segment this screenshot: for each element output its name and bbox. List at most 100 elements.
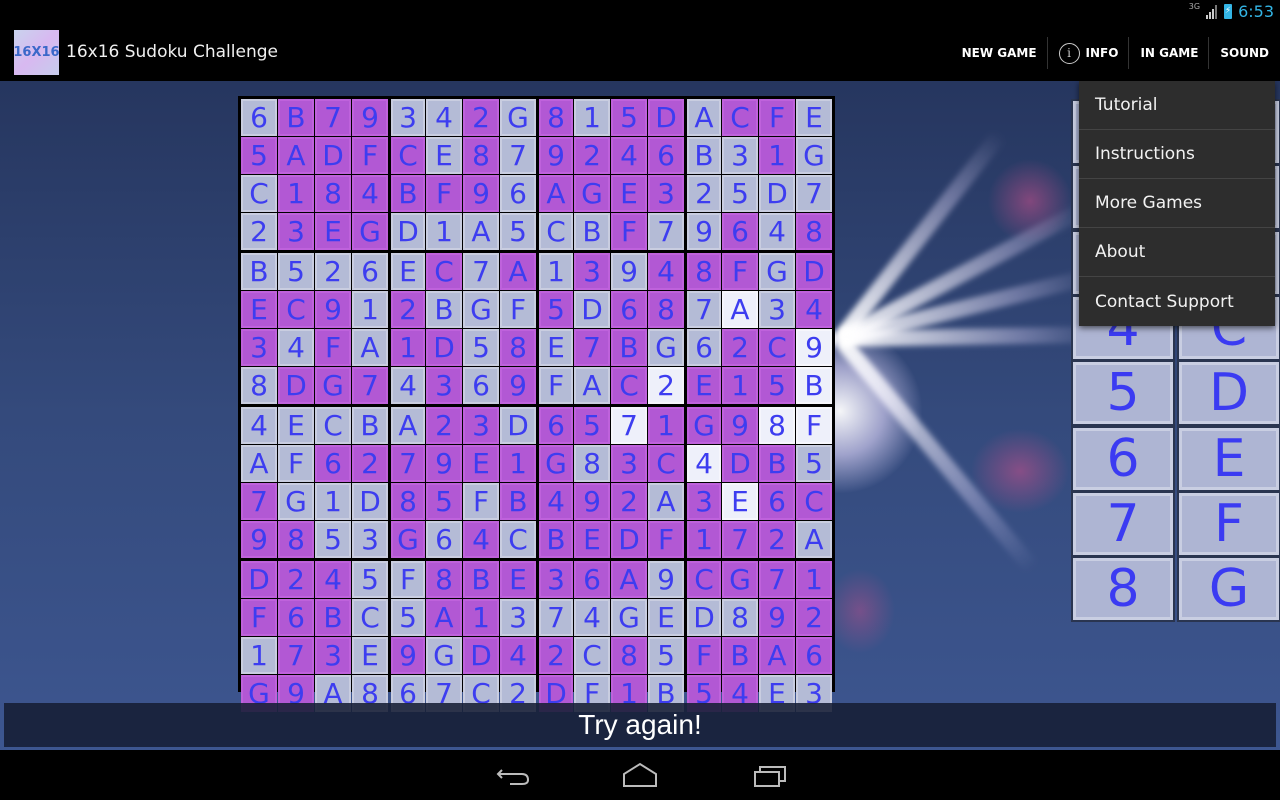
sudoku-cell[interactable]: 9 (796, 329, 832, 366)
sudoku-cell[interactable]: 4 (687, 445, 721, 482)
sudoku-cell[interactable]: 1 (539, 253, 573, 290)
sudoku-cell[interactable]: 9 (648, 561, 684, 598)
sudoku-cell[interactable]: 1 (687, 521, 721, 558)
sudoku-cell[interactable]: A (687, 99, 721, 136)
sudoku-cell[interactable]: D (574, 291, 610, 328)
number-pad-button[interactable]: 8 (1071, 556, 1175, 623)
sudoku-cell[interactable]: 1 (648, 407, 684, 444)
sudoku-cell[interactable]: F (539, 367, 573, 404)
sudoku-cell[interactable]: C (796, 483, 832, 520)
sudoku-cell[interactable]: 7 (391, 445, 425, 482)
sudoku-cell[interactable]: 1 (426, 213, 462, 250)
sudoku-cell[interactable]: 6 (539, 407, 573, 444)
sudoku-cell[interactable]: 7 (759, 561, 795, 598)
number-pad-button[interactable]: G (1177, 556, 1280, 623)
sudoku-cell[interactable]: 5 (648, 637, 684, 674)
sudoku-cell[interactable]: C (352, 599, 388, 636)
sudoku-cell[interactable]: 5 (759, 367, 795, 404)
sudoku-cell[interactable]: D (352, 483, 388, 520)
sudoku-cell[interactable]: 5 (611, 99, 647, 136)
sudoku-cell[interactable]: G (796, 137, 832, 174)
sudoku-cell[interactable]: 7 (352, 367, 388, 404)
sudoku-cell[interactable]: 7 (241, 483, 277, 520)
sudoku-cell[interactable]: 2 (574, 137, 610, 174)
sudoku-cell[interactable]: C (611, 367, 647, 404)
menu-item-instructions[interactable]: Instructions (1079, 130, 1275, 179)
sudoku-cell[interactable]: F (648, 521, 684, 558)
sudoku-cell[interactable]: C (687, 561, 721, 598)
sudoku-cell[interactable]: A (648, 483, 684, 520)
sudoku-cell[interactable]: G (426, 637, 462, 674)
sudoku-cell[interactable]: F (722, 253, 758, 290)
sudoku-cell[interactable]: A (352, 329, 388, 366)
sudoku-cell[interactable]: 2 (611, 483, 647, 520)
sudoku-cell[interactable]: 1 (500, 445, 536, 482)
sudoku-cell[interactable]: 2 (426, 407, 462, 444)
sudoku-cell[interactable]: 1 (574, 99, 610, 136)
sudoku-cell[interactable]: 8 (278, 521, 314, 558)
sudoku-cell[interactable]: 5 (241, 137, 277, 174)
sudoku-cell[interactable]: 4 (352, 175, 388, 212)
sudoku-cell[interactable]: F (500, 291, 536, 328)
sudoku-cell[interactable]: 2 (241, 213, 277, 250)
number-pad-button[interactable]: 6 (1071, 425, 1175, 492)
sudoku-cell[interactable]: E (426, 137, 462, 174)
sudoku-cell[interactable]: B (391, 175, 425, 212)
sudoku-cell[interactable]: 6 (759, 483, 795, 520)
sudoku-cell[interactable]: 2 (796, 599, 832, 636)
sudoku-cell[interactable]: F (796, 407, 832, 444)
sudoku-cell[interactable]: 8 (241, 367, 277, 404)
sudoku-cell[interactable]: G (391, 521, 425, 558)
sudoku-cell[interactable]: 2 (391, 291, 425, 328)
sudoku-cell[interactable]: D (648, 99, 684, 136)
sudoku-cell[interactable]: 9 (241, 521, 277, 558)
recents-button[interactable] (752, 762, 788, 788)
sudoku-cell[interactable]: D (500, 407, 536, 444)
sudoku-cell[interactable]: 3 (759, 291, 795, 328)
sudoku-cell[interactable]: F (759, 99, 795, 136)
sudoku-cell[interactable]: 5 (315, 521, 351, 558)
sudoku-cell[interactable]: E (500, 561, 536, 598)
sudoku-cell[interactable]: 3 (241, 329, 277, 366)
sudoku-cell[interactable]: 8 (759, 407, 795, 444)
sudoku-cell[interactable]: E (574, 521, 610, 558)
sudoku-cell[interactable]: 4 (539, 483, 573, 520)
sudoku-cell[interactable]: G (648, 329, 684, 366)
sudoku-cell[interactable]: 6 (241, 99, 277, 136)
sudoku-cell[interactable]: 9 (352, 99, 388, 136)
sudoku-cell[interactable]: 8 (426, 561, 462, 598)
sudoku-cell[interactable]: 8 (391, 483, 425, 520)
sudoku-cell[interactable]: 5 (796, 445, 832, 482)
sudoku-cell[interactable]: 8 (648, 291, 684, 328)
info-button[interactable]: i INFO (1048, 37, 1130, 69)
sudoku-cell[interactable]: 2 (539, 637, 573, 674)
sudoku-cell[interactable]: 2 (352, 445, 388, 482)
sudoku-cell[interactable]: B (315, 599, 351, 636)
sudoku-cell[interactable]: 5 (352, 561, 388, 598)
sudoku-cell[interactable]: 8 (574, 445, 610, 482)
new-game-button[interactable]: NEW GAME (951, 37, 1048, 69)
sudoku-cell[interactable]: D (611, 521, 647, 558)
sudoku-cell[interactable]: 5 (426, 483, 462, 520)
sudoku-cell[interactable]: C (241, 175, 277, 212)
sudoku-cell[interactable]: E (315, 213, 351, 250)
sudoku-cell[interactable]: 8 (463, 137, 499, 174)
sudoku-cell[interactable]: D (241, 561, 277, 598)
sudoku-cell[interactable]: 2 (315, 253, 351, 290)
sudoku-cell[interactable]: 4 (426, 99, 462, 136)
sudoku-cell[interactable]: D (426, 329, 462, 366)
sudoku-cell[interactable]: 4 (391, 367, 425, 404)
sudoku-cell[interactable]: 1 (391, 329, 425, 366)
sudoku-cell[interactable]: 7 (278, 637, 314, 674)
sudoku-cell[interactable]: 5 (500, 213, 536, 250)
sudoku-cell[interactable]: 5 (539, 291, 573, 328)
sudoku-cell[interactable]: C (539, 213, 573, 250)
sudoku-cell[interactable]: A (463, 213, 499, 250)
sudoku-cell[interactable]: D (796, 253, 832, 290)
number-pad-button[interactable]: D (1177, 360, 1280, 427)
sudoku-cell[interactable]: G (278, 483, 314, 520)
sudoku-cell[interactable]: 6 (352, 253, 388, 290)
sudoku-cell[interactable]: 8 (687, 253, 721, 290)
sudoku-cell[interactable]: 6 (574, 561, 610, 598)
back-button[interactable] (496, 762, 532, 788)
